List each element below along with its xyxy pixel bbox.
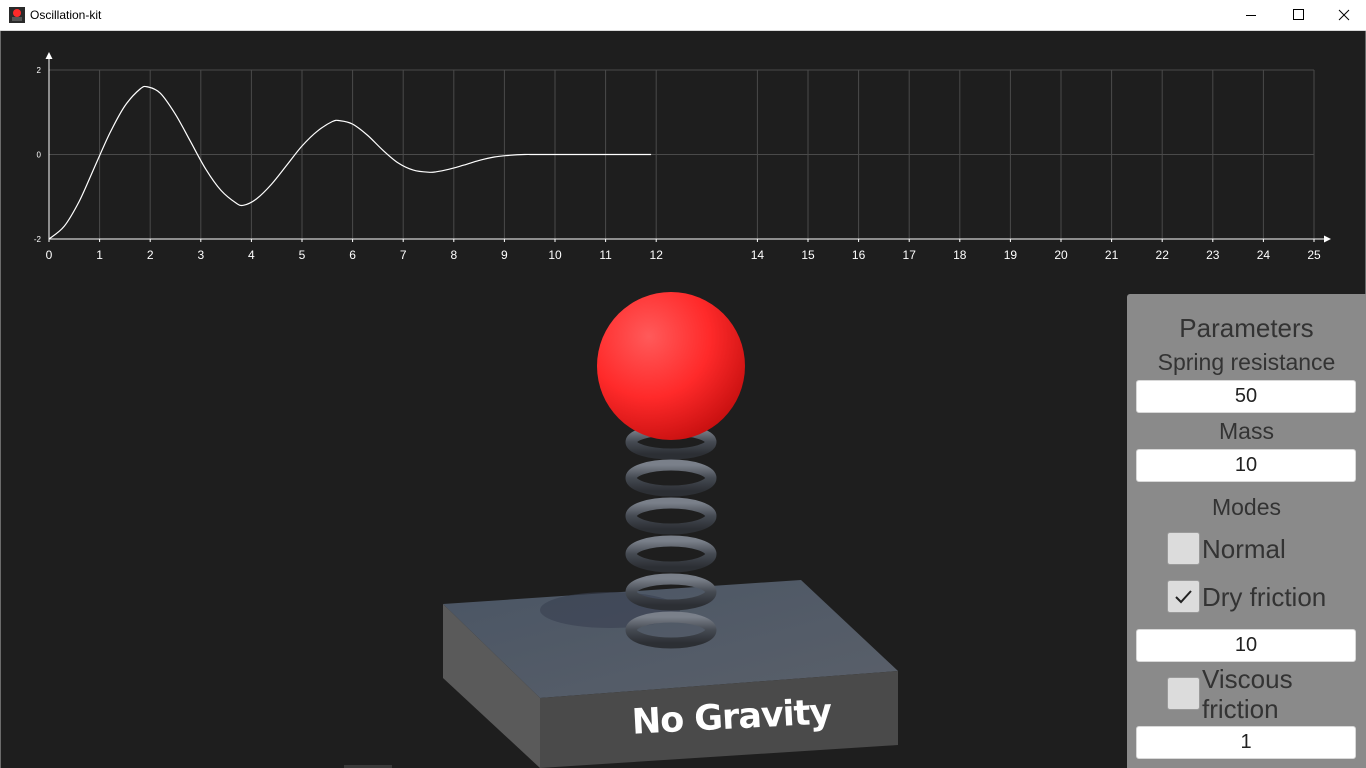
viscous-friction-label: Viscous friction: [1202, 664, 1293, 724]
x-tick-label: 2: [147, 248, 154, 262]
x-tick-label: 8: [450, 248, 457, 262]
spring-mass-scene: [443, 292, 898, 768]
x-tick-label: 18: [953, 248, 967, 262]
x-tick-label: 17: [903, 248, 917, 262]
close-icon: [1338, 9, 1350, 21]
mass-input[interactable]: [1136, 449, 1356, 482]
title-bar[interactable]: Oscillation-kit: [0, 0, 1366, 31]
x-tick-label: 9: [501, 248, 508, 262]
dry-friction-label: Dry friction: [1202, 582, 1327, 612]
red-ball-app-icon: [9, 7, 25, 23]
y-tick-label: 2: [37, 66, 42, 75]
parameters-panel: Parameters Spring resistance Mass Modes …: [1127, 294, 1366, 768]
normal-mode-checkbox[interactable]: [1167, 532, 1200, 565]
normal-mode-label: Normal: [1202, 534, 1286, 564]
spring-loop: [625, 459, 717, 497]
y-tick-label: -2: [34, 235, 42, 244]
x-tick-label: 0: [46, 248, 53, 262]
x-tick-label: 4: [248, 248, 255, 262]
window-title: Oscillation-kit: [30, 8, 102, 22]
maximize-button[interactable]: [1275, 0, 1321, 30]
modes-label: Modes: [1211, 494, 1282, 520]
x-tick-label: 14: [751, 248, 765, 262]
checkmark-icon: [1175, 590, 1192, 604]
x-tick-label: 3: [197, 248, 204, 262]
oscillation-chart: 0 1 2 3 4 5 6 7 8 9 10 11 12 14 15 16 17 18 19 20 21 22 23 24 25…: [34, 52, 1331, 262]
displacement-series-line: [48, 85, 652, 240]
x-tick-label: 21: [1105, 248, 1119, 262]
red-ball: [597, 292, 745, 440]
viscous-friction-checkbox[interactable]: [1167, 677, 1200, 710]
x-tick-label: 7: [400, 248, 407, 262]
dry-friction-input[interactable]: [1136, 629, 1356, 662]
maximize-icon: [1293, 9, 1304, 20]
spring-resistance-label: Spring resistance: [1157, 349, 1336, 375]
y-tick-label: 0: [37, 151, 42, 160]
parameters-title: Parameters: [1179, 313, 1314, 343]
viscous-friction-input[interactable]: [1136, 726, 1356, 759]
y-axis-arrow: [45, 52, 53, 59]
spring-loop: [625, 497, 717, 535]
x-tick-label: 10: [548, 248, 562, 262]
x-tick-label: 23: [1206, 248, 1220, 262]
dry-friction-checkbox[interactable]: [1167, 580, 1200, 613]
spring-loop: [625, 535, 717, 573]
minimize-icon: [1246, 15, 1256, 16]
chart-grid: [48, 69, 1315, 242]
x-axis-arrow: [1324, 235, 1331, 243]
no-gravity-label: No Gravity: [630, 692, 833, 743]
mass-label: Mass: [1219, 418, 1274, 444]
x-tick-label: 11: [599, 248, 612, 262]
chart-tick-labels: 0 1 2 3 4 5 6 7 8 9 10 11 12 14 15 16 17 18 19 20 21 22 23 24 25…: [34, 66, 1321, 262]
close-button[interactable]: [1321, 0, 1366, 30]
x-tick-label: 6: [349, 248, 356, 262]
x-tick-label: 12: [650, 248, 664, 262]
x-tick-label: 1: [96, 248, 103, 262]
x-tick-label: 22: [1156, 248, 1170, 262]
x-tick-label: 16: [852, 248, 866, 262]
chart-axes: [45, 52, 1331, 243]
x-tick-label: 20: [1054, 248, 1068, 262]
minimize-button[interactable]: [1228, 0, 1274, 30]
x-tick-label: 24: [1257, 248, 1271, 262]
x-tick-label: 25: [1307, 248, 1321, 262]
spring-resistance-input[interactable]: [1136, 380, 1356, 413]
x-tick-label: 19: [1004, 248, 1018, 262]
x-tick-label: 15: [801, 248, 815, 262]
x-tick-label: 5: [299, 248, 306, 262]
